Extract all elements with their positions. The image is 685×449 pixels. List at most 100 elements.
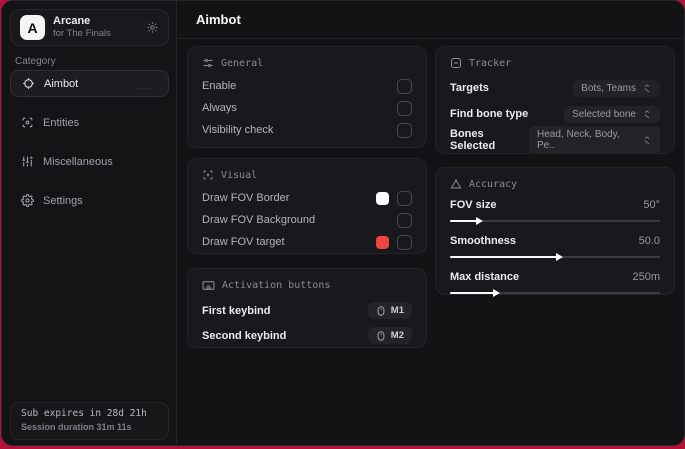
general-card: General Enable Always Visibility check (187, 46, 427, 148)
draw-fov-background-checkbox[interactable] (397, 212, 412, 228)
sidebar-item-entities[interactable]: Entities (10, 109, 169, 136)
slider-label: FOV size (450, 199, 497, 211)
chevrons-up-down-icon (642, 83, 652, 93)
sidebar-item-label: Aimbot (44, 77, 79, 90)
setting-row-draw-fov-target: Draw FOV target (202, 231, 412, 253)
category-label: Category (15, 56, 56, 67)
session-duration-text: Session duration 31m 11s (21, 422, 132, 432)
slider-thumb[interactable] (556, 252, 564, 261)
sidebar: A Arcane for The Finals Category Aimbot … (2, 1, 177, 445)
sidebar-item-aimbot[interactable]: Aimbot ···· (10, 70, 169, 97)
section-title: Visual (221, 169, 258, 181)
app-window: A Arcane for The Finals Category Aimbot … (1, 0, 685, 446)
slider-label: Max distance (450, 271, 520, 283)
slider-value: 50° (643, 199, 660, 211)
keybind-row-first: First keybind M1 (202, 298, 412, 323)
setting-label: Visibility check (202, 124, 274, 136)
slider-label: Smoothness (450, 235, 517, 247)
sliders-icon (21, 155, 34, 168)
section-title: Activation buttons (222, 280, 331, 291)
tracker-label: Find bone type (450, 108, 529, 120)
subscription-status-card: Sub expires in 28d 21h Session duration … (10, 402, 169, 440)
sliders-horizontal-icon (202, 57, 214, 69)
slider-row-max-distance: Max distance 250m (450, 268, 660, 297)
smoothness-slider[interactable] (450, 252, 660, 261)
mouse-icon (376, 305, 386, 316)
setting-row-draw-fov-background: Draw FOV Background (202, 209, 412, 231)
crosshair-icon (22, 77, 35, 90)
chevrons-up-down-icon (642, 135, 652, 145)
slider-value: 250m (632, 271, 660, 283)
slider-row-fov-size: FOV size 50° (450, 196, 660, 225)
page-title: Aimbot (196, 12, 241, 27)
setting-row-always: Always (202, 97, 412, 119)
second-keybind-button[interactable]: M2 (367, 327, 412, 344)
section-title: General (221, 57, 264, 69)
always-checkbox[interactable] (397, 100, 412, 116)
tracker-row-find-bone: Find bone type Selected bone (450, 101, 660, 127)
sidebar-item-label: Entities (43, 116, 80, 129)
slider-value: 50.0 (638, 235, 660, 247)
tracker-label: Targets (450, 82, 489, 94)
app-subtitle: for The Finals (53, 28, 111, 40)
chevrons-up-down-icon (642, 109, 652, 119)
slider-thumb[interactable] (493, 288, 501, 297)
setting-label: Enable (202, 80, 237, 92)
setting-row-enable: Enable (202, 75, 412, 97)
targets-select[interactable]: Bots, Teams (573, 79, 660, 97)
sub-expiry-text: Sub expires in 28d 21h (21, 408, 147, 419)
sidebar-item-label: Settings (43, 194, 83, 207)
keybind-label: Second keybind (202, 329, 287, 342)
accuracy-card: Accuracy FOV size 50° Smoothness 50.0 Ma… (435, 167, 675, 297)
first-keybind-button[interactable]: M1 (367, 302, 412, 319)
slider-row-smoothness: Smoothness 50.0 (450, 232, 660, 261)
visual-card: Visual Draw FOV Border Draw FOV Backgrou… (187, 158, 427, 254)
keybind-label: First keybind (202, 304, 271, 317)
triangle-icon (450, 178, 462, 190)
frame-minus-icon (450, 57, 462, 69)
tracker-row-targets: Targets Bots, Teams (450, 75, 660, 101)
scan-plus-icon (202, 169, 214, 181)
setting-label: Draw FOV target (202, 236, 285, 248)
setting-label: Draw FOV Border (202, 192, 290, 204)
tracker-row-bones-selected: Bones Selected Head, Neck, Body, Pe.. (450, 126, 660, 154)
color-swatch-red[interactable] (376, 235, 389, 249)
draw-fov-target-checkbox[interactable] (397, 234, 412, 250)
bones-selected-select[interactable]: Head, Neck, Body, Pe.. (529, 126, 660, 154)
fov-size-slider[interactable] (450, 216, 660, 225)
main-area: Aimbot General Enable Always Visibility … (178, 1, 684, 445)
app-logo: A (20, 15, 45, 40)
setting-label: Always (202, 102, 237, 114)
enable-checkbox[interactable] (397, 78, 412, 94)
mouse-icon (376, 330, 386, 341)
aimbot-dots: ···· (136, 83, 154, 94)
tracker-card: Tracker Targets Bots, Teams Find bone ty… (435, 46, 675, 154)
settings-gear-icon (21, 194, 34, 207)
gear-icon[interactable] (146, 21, 159, 34)
sidebar-item-label: Miscellaneous (43, 155, 113, 168)
app-name: Arcane (53, 15, 91, 28)
select-value: Head, Neck, Body, Pe.. (537, 129, 620, 151)
sidebar-item-settings[interactable]: Settings (10, 187, 169, 214)
max-distance-slider[interactable] (450, 288, 660, 297)
setting-row-draw-fov-border: Draw FOV Border (202, 187, 412, 209)
setting-label: Draw FOV Background (202, 214, 316, 226)
draw-fov-border-checkbox[interactable] (397, 190, 412, 206)
sidebar-item-miscellaneous[interactable]: Miscellaneous (10, 148, 169, 175)
keybind-row-second: Second keybind M2 (202, 323, 412, 348)
find-bone-type-select[interactable]: Selected bone (564, 105, 660, 123)
keybind-value: M1 (390, 305, 404, 316)
color-swatch-white[interactable] (376, 191, 389, 205)
visibility-check-checkbox[interactable] (397, 122, 412, 138)
section-title: Tracker (469, 57, 512, 69)
slider-thumb[interactable] (476, 216, 484, 225)
entities-icon (21, 116, 34, 129)
tracker-label: Bones Selected (450, 128, 496, 152)
main-header: Aimbot (178, 1, 684, 39)
keybind-value: M2 (390, 330, 404, 341)
activation-buttons-card: Activation buttons First keybind M1 Seco… (187, 268, 427, 348)
section-title: Accuracy (469, 178, 518, 190)
brand-card: A Arcane for The Finals (10, 9, 169, 46)
select-value: Selected bone (572, 108, 636, 120)
keyboard-icon (202, 279, 215, 292)
